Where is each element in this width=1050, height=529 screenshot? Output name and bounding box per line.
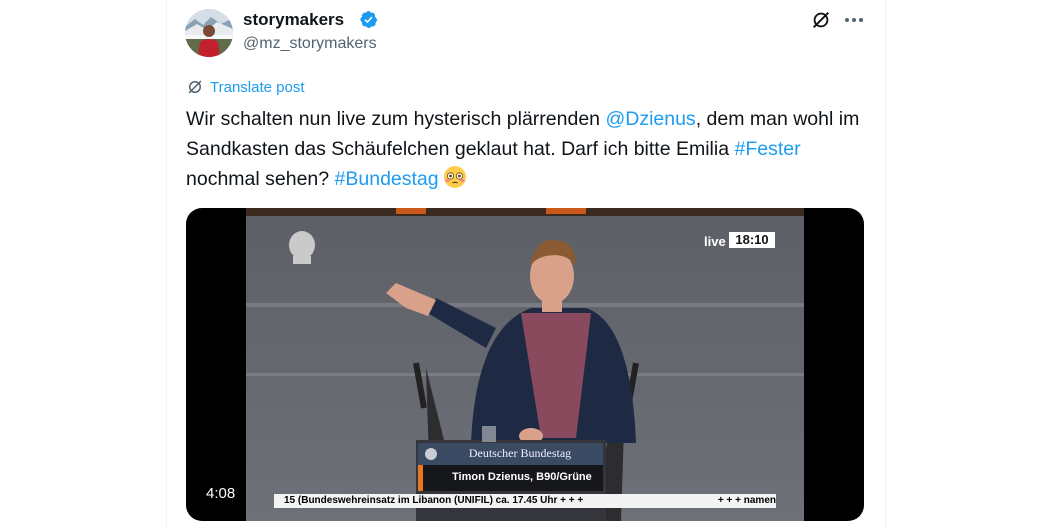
broadcast-clock: 18:10	[729, 232, 775, 248]
more-options-icon[interactable]	[842, 9, 866, 31]
hashtag-link[interactable]: #Bundestag	[335, 168, 439, 190]
author-display-name[interactable]: storymakers	[243, 10, 344, 30]
grok-icon[interactable]	[810, 9, 832, 31]
ticker-text-right: + + + namen	[717, 495, 776, 506]
post-text-segment: nochmal sehen?	[186, 168, 335, 190]
hashtag-link[interactable]: #Fester	[735, 138, 801, 160]
flushed-face-emoji-icon	[443, 166, 466, 188]
verified-badge-icon[interactable]	[359, 10, 378, 29]
translate-icon	[188, 80, 202, 94]
post-text: Wir schalten nun live zum hysterisch plä…	[186, 104, 866, 194]
news-ticker: 15 (Bundeswehreinsatz im Libanon (UNIFIL…	[274, 494, 776, 508]
avatar[interactable]	[185, 9, 233, 57]
ticker-text: 15 (Bundeswehreinsatz im Libanon (UNIFIL…	[284, 495, 584, 506]
broadcast-org-label: Deutscher Bundestag	[468, 446, 572, 460]
video-player[interactable]: live 18:10 Deutscher Bundestag Timon Dzi…	[186, 208, 864, 521]
live-indicator: live	[704, 234, 726, 249]
avatar-image	[185, 9, 233, 57]
translate-post-button[interactable]: Translate post	[186, 77, 305, 97]
post-text-segment: Wir schalten nun live zum hysterisch plä…	[186, 108, 606, 130]
speaker-name-label: Timon Dzienus, B90/Grüne	[452, 471, 592, 483]
translate-post-label: Translate post	[210, 78, 305, 96]
author-handle[interactable]: @mz_storymakers	[243, 35, 377, 53]
video-duration-badge: 4:08	[200, 483, 242, 505]
mention-link[interactable]: @Dzienus	[605, 108, 695, 130]
